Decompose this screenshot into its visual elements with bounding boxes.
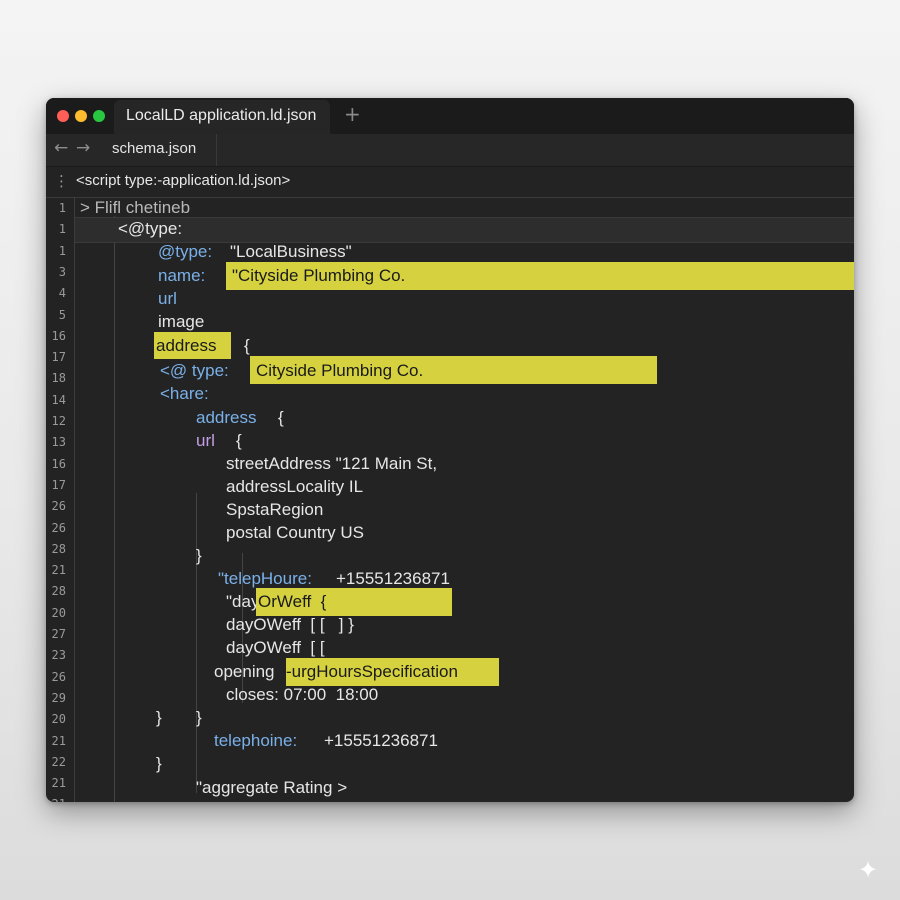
code-line: SpstaRegion [226, 500, 324, 519]
code-line: "day [226, 592, 260, 611]
line-number: 1 [58, 201, 66, 215]
line-number: 26 [51, 499, 66, 514]
code-key: address [156, 336, 217, 355]
kebab-menu-icon[interactable]: ⋮ [54, 172, 69, 190]
editor-window: LocalLD application.ld.json + ← → schema… [46, 98, 854, 802]
code-brace: { [278, 408, 284, 427]
code-brace: } [196, 708, 202, 727]
code-key: telephoine: [214, 731, 298, 750]
code-key: name: [158, 266, 206, 285]
line-number: 29 [51, 690, 66, 705]
new-tab-button[interactable]: + [344, 102, 361, 126]
code-key: @type: [158, 242, 213, 261]
code-brace: } [156, 708, 162, 727]
close-window-button[interactable] [57, 110, 69, 122]
code-line: "aggregate Rating > [196, 778, 348, 797]
line-number: 26 [51, 520, 66, 535]
line-number: 4 [58, 286, 66, 301]
code-value: +15551236871 [324, 731, 438, 750]
code-line: OrWeff { [258, 592, 327, 611]
indent-guide [196, 493, 197, 793]
code-line: streetAddress "121 Main St, [226, 454, 438, 473]
line-number: 1 [58, 222, 66, 237]
script-bar: ⋮ <script type:-application.ld.json> [46, 167, 854, 198]
indent-guide [114, 216, 115, 802]
current-line-highlight [75, 217, 854, 243]
code-line: -urgHoursSpecification [286, 662, 458, 681]
line-number: 26 [51, 669, 66, 684]
code-line: addressLocality IL [226, 477, 364, 496]
line-number: 21 [51, 776, 66, 791]
code-key: "telepHoure: [218, 569, 312, 588]
code-key: image [158, 312, 205, 331]
code-brace: } [156, 754, 162, 773]
code-key: url [196, 431, 215, 450]
code-line: postal Country US [226, 523, 364, 542]
tab-title: LocalLD application.ld.json [126, 107, 317, 124]
code-editor[interactable]: 1 1 1 3 4 5 16 17 18 14 12 13 16 17 26 26 28 21 28 20 27 23 26… [46, 198, 854, 802]
code-brace: { [236, 431, 242, 450]
code-value: "LocalBusiness" [230, 242, 352, 261]
line-number: 13 [51, 435, 66, 450]
sparkle-icon: ✦ [858, 856, 879, 884]
line-number: 16 [51, 328, 66, 343]
code-line: dayOWeff [ [ ] } [226, 615, 354, 634]
file-tab-label: schema.json [112, 140, 197, 157]
line-number: 20 [51, 605, 66, 620]
code-brace: { [244, 336, 250, 355]
code-brace: } [196, 546, 202, 565]
line-number: 21 [51, 563, 66, 578]
line-number: 20 [51, 712, 66, 727]
code-key: address [196, 408, 257, 427]
code-key: <hare: [160, 384, 209, 403]
script-type-line: <script type:-application.ld.json> [76, 172, 291, 189]
line-number: 12 [51, 414, 66, 428]
line-number: 21 [46, 797, 66, 802]
gutter-divider [74, 198, 75, 802]
line-number: 22 [51, 754, 66, 769]
arrow-left-icon[interactable]: ← [54, 138, 68, 158]
code-value: "Cityside Plumbing Co. [232, 266, 406, 285]
maximize-window-button[interactable] [93, 110, 105, 122]
minimize-window-button[interactable] [75, 110, 87, 122]
title-bar: LocalLD application.ld.json + [46, 98, 854, 134]
code-line: <@type: [118, 219, 183, 238]
line-number: 23 [51, 648, 66, 663]
line-number: 21 [51, 733, 66, 748]
line-number: 17 [51, 477, 66, 492]
line-number: 28 [51, 541, 66, 556]
code-key: url [158, 289, 177, 308]
code-line: closes: 07:00 18:00 [226, 685, 379, 704]
nav-bar: ← → schema.json [46, 134, 854, 167]
line-number: 28 [51, 584, 66, 599]
code-key: <@ type: [160, 361, 229, 380]
line-number: 18 [51, 371, 66, 386]
line-number: 17 [51, 350, 66, 365]
line-number: 3 [58, 264, 66, 279]
line-number: 5 [58, 307, 66, 322]
line-number: 14 [51, 392, 66, 407]
line-number: 27 [51, 627, 66, 641]
code-line: > Flifl chetineb [80, 198, 191, 217]
line-number: 16 [51, 456, 66, 471]
code-value: +15551236871 [336, 569, 450, 588]
code-line: opening [214, 662, 275, 681]
line-number: 1 [58, 243, 66, 258]
file-tab-schema[interactable]: schema.json [102, 134, 217, 166]
tab-localld[interactable]: LocalLD application.ld.json [114, 100, 330, 134]
code-value: Cityside Plumbing Co. [256, 361, 424, 380]
arrow-right-icon[interactable]: → [76, 138, 90, 158]
code-line: dayOWeff [ [ [226, 638, 325, 657]
